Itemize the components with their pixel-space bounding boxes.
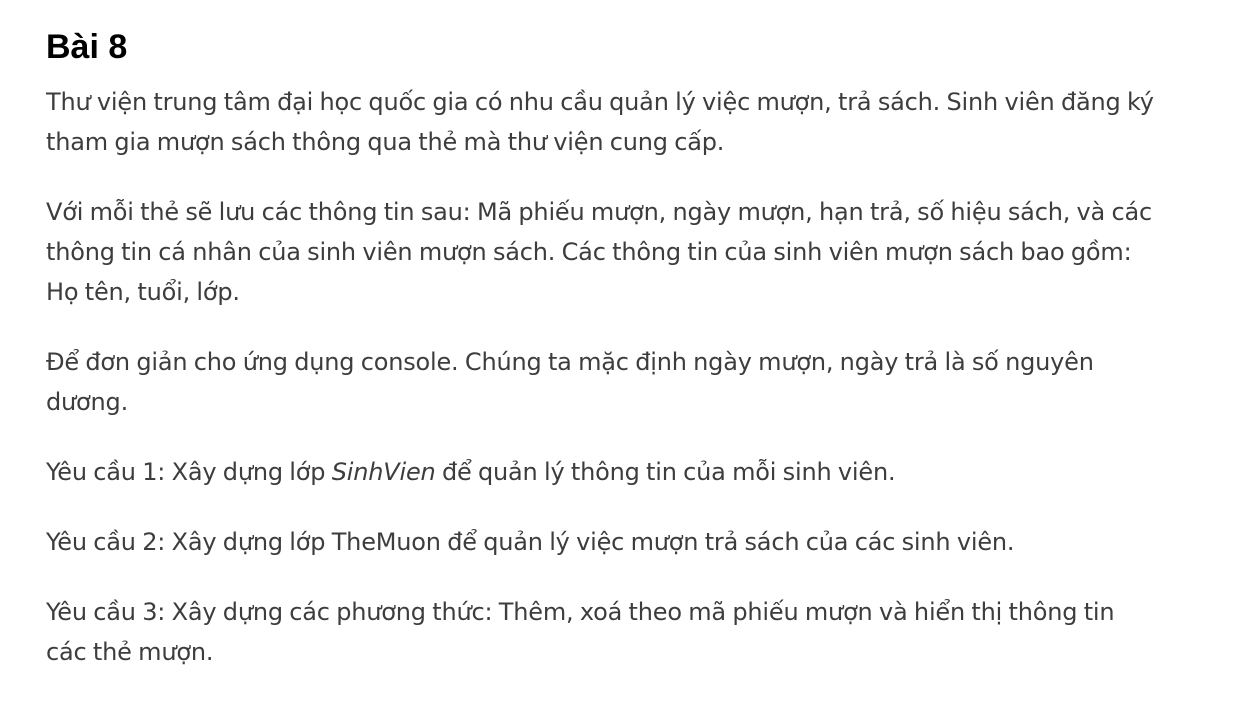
console-note-paragraph: Để đơn giản cho ứng dụng console. Chúng … bbox=[46, 348, 1094, 416]
intro-paragraph: Thư viện trung tâm đại học quốc gia có n… bbox=[46, 88, 1154, 156]
requirement-1-prefix: Yêu cầu 1: Xây dựng lớp bbox=[46, 458, 332, 486]
class-name-sinhvien: SinhVien bbox=[331, 458, 436, 486]
requirement-2: Yêu cầu 2: Xây dựng lớp TheMuon để quản … bbox=[46, 528, 1015, 556]
requirement-1: Yêu cầu 1: Xây dựng lớp SinhVien để quản… bbox=[46, 452, 1156, 492]
card-info-paragraph: Với mỗi thẻ sẽ lưu các thông tin sau: Mã… bbox=[46, 198, 1152, 306]
exercise-title: Bài 8 bbox=[46, 28, 128, 66]
exercise-content: Bài 8 Thư viện trung tâm đại học quốc gi… bbox=[46, 24, 1156, 702]
requirement-3: Yêu cầu 3: Xây dựng các phương thức: Thê… bbox=[46, 598, 1115, 666]
requirement-1-suffix: để quản lý thông tin của mỗi sinh viên. bbox=[435, 458, 896, 486]
